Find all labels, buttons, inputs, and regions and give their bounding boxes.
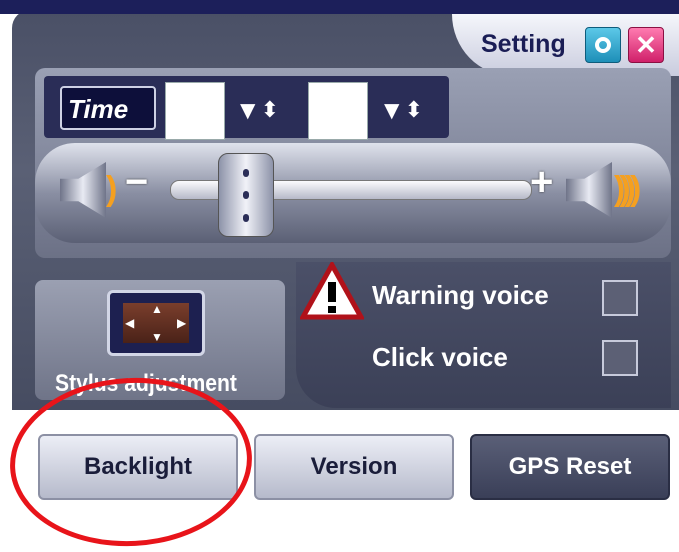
close-button[interactable]: ✕ (628, 27, 664, 63)
hour-field[interactable] (165, 82, 225, 140)
minute-stepper[interactable]: ▼ ⬍ (370, 82, 432, 138)
knob-grip (243, 213, 249, 222)
ok-icon (595, 37, 611, 53)
minute-updown-icon[interactable]: ⬍ (405, 97, 423, 123)
volume-slider-knob[interactable] (218, 153, 274, 237)
warning-voice-label: Warning voice (372, 280, 549, 310)
minute-field[interactable] (308, 82, 368, 140)
page-title: Setting (481, 30, 566, 58)
high-wave-icon: )))) (614, 170, 641, 208)
gps-reset-button[interactable]: GPS Reset (470, 434, 670, 500)
volume-minus[interactable]: − (125, 160, 148, 205)
volume-plus[interactable]: + (530, 160, 553, 205)
low-wave-icon: ) (106, 170, 118, 208)
close-icon: ✕ (635, 30, 657, 60)
knob-grip (243, 168, 249, 177)
version-button[interactable]: Version (254, 434, 454, 500)
warning-icon (300, 262, 364, 320)
hour-updown-icon[interactable]: ⬍ (261, 97, 279, 123)
stylus-crosshair-icon: ▲ ▼ ◀ ▶ (123, 303, 189, 343)
knob-grip (243, 191, 249, 199)
settings-screen: Setting ✕ Time ▼ ⬍ ▼ ⬍ ) − + )))) ▲ ▼ ◀ ▶ … (0, 0, 679, 552)
hour-dropdown-icon[interactable]: ▼ (235, 95, 261, 126)
stylus-adjust-button[interactable]: ▲ ▼ ◀ ▶ (107, 290, 205, 356)
ok-button[interactable] (585, 27, 621, 63)
time-label: Time (60, 86, 156, 130)
click-voice-label: Click voice (372, 342, 508, 372)
minute-dropdown-icon[interactable]: ▼ (379, 95, 405, 126)
warning-voice-checkbox[interactable] (602, 280, 638, 316)
top-bar (0, 0, 679, 14)
click-voice-checkbox[interactable] (602, 340, 638, 376)
hour-stepper[interactable]: ▼ ⬍ (226, 82, 288, 138)
